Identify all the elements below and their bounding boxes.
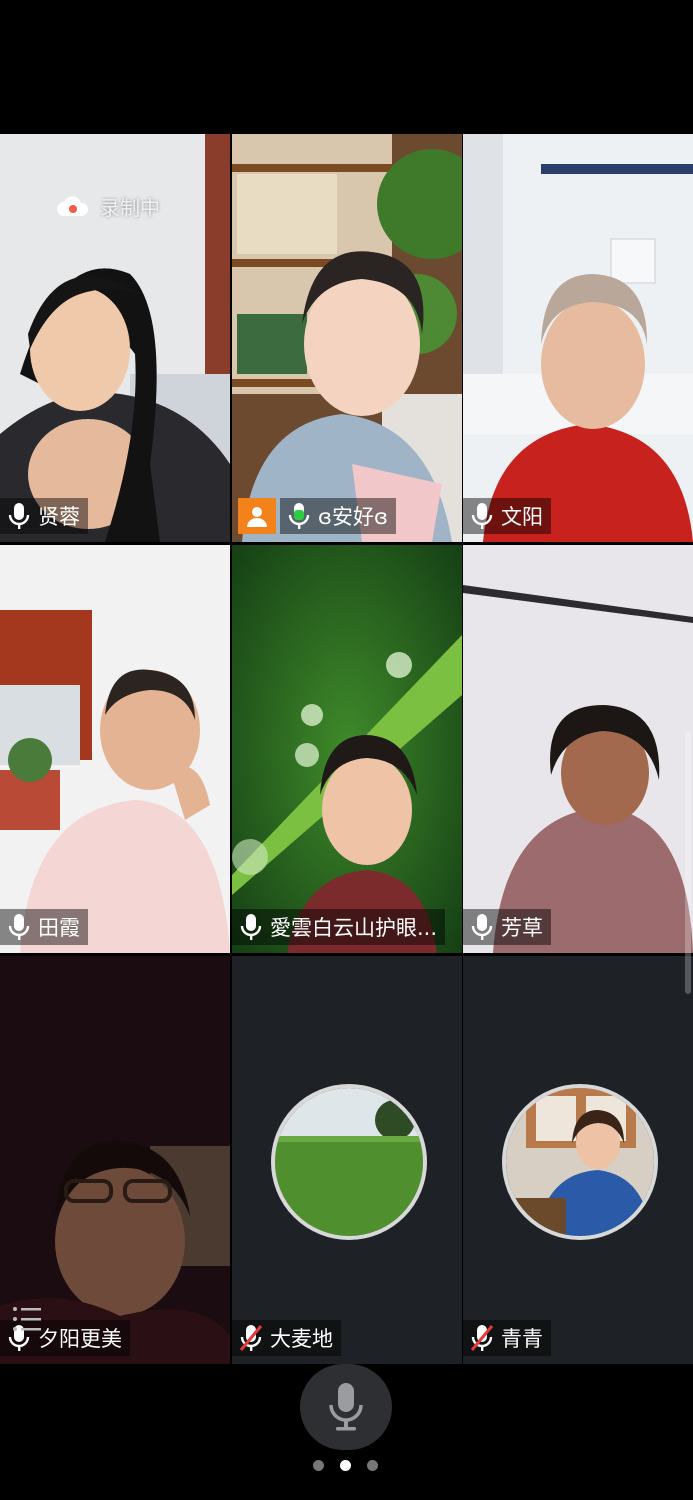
- video-feed-3: [463, 134, 693, 542]
- microphone-button[interactable]: [300, 1364, 392, 1450]
- microphone-icon: [240, 914, 262, 940]
- person-icon: [247, 507, 267, 527]
- video-grid: 录制中 贤蓉 ɞ安好ɞ 文阳 田霞 愛雲白云山护眼... 芳草 夕阳更美 大麦地…: [0, 134, 693, 1364]
- scrollbar[interactable]: [685, 732, 691, 994]
- participant-name-tag: 文阳: [463, 498, 551, 534]
- avatar: [502, 1084, 658, 1240]
- microphone-icon: [471, 503, 493, 529]
- participant-list-button[interactable]: [12, 1305, 44, 1339]
- page-indicator: [313, 1460, 378, 1471]
- host-badge: [238, 498, 276, 534]
- bottom-controls: [0, 1364, 693, 1500]
- microphone-muted-icon: [239, 1325, 263, 1351]
- participant-name-tag: 芳草: [463, 909, 551, 945]
- page-dot[interactable]: [367, 1460, 378, 1471]
- video-feed-5: [232, 545, 462, 953]
- video-tile-5[interactable]: 愛雲白云山护眼...: [232, 545, 462, 953]
- microphone-icon: [8, 503, 30, 529]
- video-tile-9[interactable]: 青青: [463, 956, 693, 1364]
- video-feed-4: [0, 545, 230, 953]
- video-feed-2: [232, 134, 462, 542]
- participant-name: 文阳: [501, 505, 543, 529]
- microphone-muted-icon: [470, 1325, 494, 1351]
- participant-name-tag: 贤蓉: [0, 498, 88, 534]
- participant-name: 田霞: [38, 916, 80, 940]
- participant-name: 青青: [501, 1327, 543, 1351]
- video-tile-6[interactable]: 芳草: [463, 545, 693, 953]
- video-tile-3[interactable]: 文阳: [463, 134, 693, 542]
- participant-name-tag: 田霞: [0, 909, 88, 945]
- page-dot-active[interactable]: [340, 1460, 351, 1471]
- page-dot[interactable]: [313, 1460, 324, 1471]
- avatar-person-photo: [506, 1088, 654, 1236]
- video-feed-6: [463, 545, 693, 953]
- microphone-icon: [471, 914, 493, 940]
- microphone-icon: [8, 914, 30, 940]
- participant-name: ɞ安好ɞ: [318, 505, 388, 529]
- participant-name: 贤蓉: [38, 505, 80, 529]
- video-tile-8[interactable]: 大麦地: [232, 956, 462, 1364]
- video-tile-2[interactable]: ɞ安好ɞ: [232, 134, 462, 542]
- participant-name: 愛雲白云山护眼...: [270, 916, 438, 940]
- microphone-icon: [329, 1383, 363, 1431]
- video-tile-1[interactable]: 录制中 贤蓉: [0, 134, 230, 542]
- video-tile-4[interactable]: 田霞: [0, 545, 230, 953]
- participant-name: 芳草: [501, 916, 543, 940]
- video-feed-7: [0, 956, 230, 1364]
- participant-name-tag: 大麦地: [232, 1320, 341, 1356]
- avatar-image-field: [275, 1088, 423, 1236]
- participant-name: 夕阳更美: [38, 1327, 122, 1351]
- avatar: [271, 1084, 427, 1240]
- microphone-active-icon: [288, 503, 310, 529]
- participant-name-tag: 青青: [463, 1320, 551, 1356]
- video-tile-7[interactable]: 夕阳更美: [0, 956, 230, 1364]
- list-icon: [13, 1307, 41, 1331]
- recording-indicator: 录制中: [56, 192, 160, 221]
- recording-label: 录制中: [100, 196, 160, 220]
- participant-name-tag: ɞ安好ɞ: [280, 498, 396, 534]
- participant-name-tag: 愛雲白云山护眼...: [232, 909, 446, 945]
- cloud-icon: [57, 195, 89, 216]
- participant-name: 大麦地: [270, 1327, 333, 1351]
